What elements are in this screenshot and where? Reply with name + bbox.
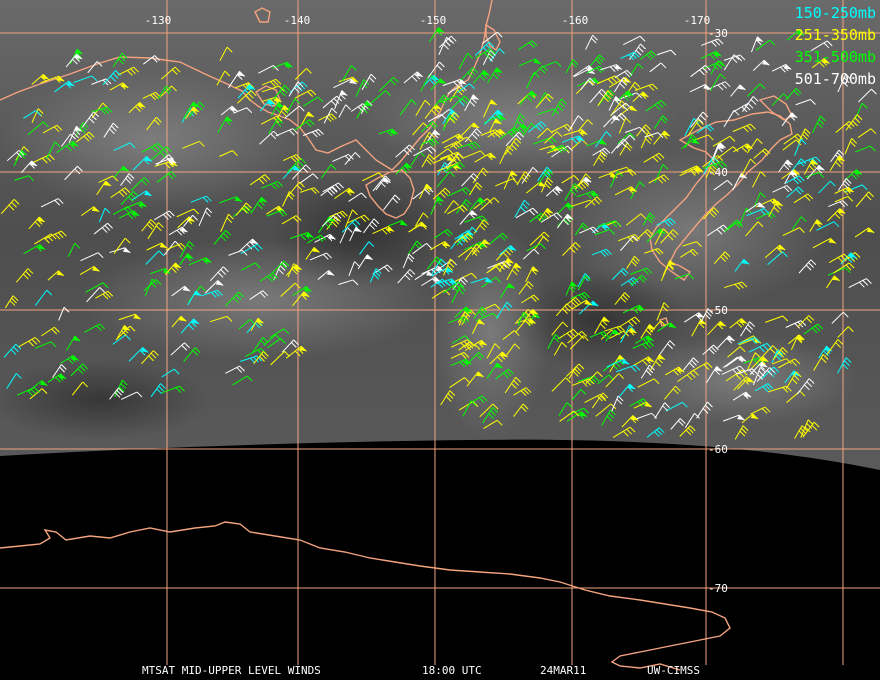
legend-item: 351-500mb: [794, 48, 876, 66]
longitude-label: -140: [284, 14, 311, 27]
caption-time: 18:00 UTC: [422, 664, 482, 677]
longitude-label: -170: [684, 14, 711, 27]
longitude-label: -160: [562, 14, 589, 27]
caption-date: 24MAR11: [540, 664, 587, 677]
latitude-label: -60: [708, 443, 728, 456]
latitude-label: -70: [708, 582, 728, 595]
legend-item: 251-350mb: [794, 26, 876, 44]
legend-item: 150-250mb: [794, 4, 876, 22]
image-caption: MTSAT MID-UPPER LEVEL WINDS 18:00 UTC 24…: [0, 663, 880, 679]
latitude-label: -30: [708, 27, 728, 40]
caption-source: UW-CIMSS: [647, 664, 700, 677]
longitude-label: -130: [145, 14, 172, 27]
latitude-label: -40: [708, 166, 728, 179]
legend-item: 501-700mb: [794, 70, 876, 88]
caption-product: MTSAT MID-UPPER LEVEL WINDS: [142, 664, 321, 677]
latitude-label: -50: [708, 304, 728, 317]
longitude-label: -150: [420, 14, 447, 27]
wind-map: -130 -140 -150 -160 -170-30 -40 -50 -60 -70: [0, 0, 880, 680]
